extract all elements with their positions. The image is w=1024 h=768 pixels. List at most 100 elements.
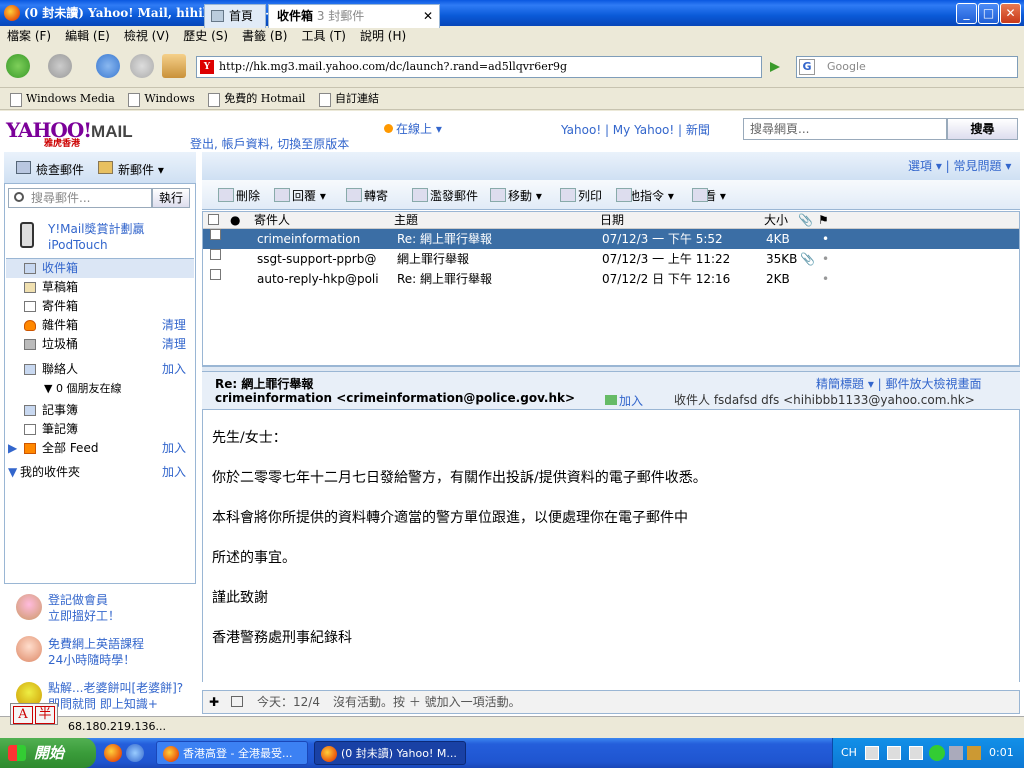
forward-button[interactable]: 轉寄 <box>346 187 388 204</box>
add-folder-link[interactable]: 加入 <box>162 463 186 482</box>
ime-width[interactable]: 半 <box>35 706 55 724</box>
window-title-bar[interactable]: (0 封未讀) Yahoo! Mail, hihibbb1133 - Mozil… <box>0 0 1024 26</box>
menu-help[interactable]: 說明 (H) <box>353 26 413 46</box>
bookmark-windows-media[interactable]: Windows Media <box>6 88 115 110</box>
promo-jobs[interactable]: 登記做會員 立即搵好工！ <box>48 592 120 624</box>
expand-arrow-icon[interactable]: ▶ <box>8 439 17 458</box>
menu-view[interactable]: 檢視 (V) <box>117 26 176 46</box>
folder-feeds[interactable]: ▶ 全部 Feed 加入 <box>6 439 194 458</box>
ime-mode[interactable]: A <box>13 706 33 724</box>
volume-tray-icon[interactable] <box>967 746 981 760</box>
folder-inbox[interactable]: 收件箱 <box>6 259 194 278</box>
header-options-links[interactable]: 精簡標題 ▾ | 郵件放大檢視畫面 <box>816 375 982 392</box>
table-row[interactable]: auto-reply-hkp@poli Re: 網上罪行舉報 07/12/2 日… <box>202 269 1020 289</box>
menu-edit[interactable]: 編輯 (E) <box>58 26 117 46</box>
minimize-button[interactable]: _ <box>956 3 977 24</box>
row-flag-icon[interactable]: • <box>822 229 829 249</box>
more-actions-button[interactable]: 其他指令 ▾ <box>616 187 674 204</box>
add-contact-link[interactable]: 加入 <box>162 360 186 379</box>
back-icon[interactable] <box>6 54 30 78</box>
row-flag-icon[interactable]: • <box>822 249 829 269</box>
folder-contacts[interactable]: 聯絡人 加入 <box>6 360 194 379</box>
row-checkbox[interactable] <box>210 269 221 280</box>
folder-my-folders[interactable]: ▼ 我的收件夾 加入 <box>6 463 194 482</box>
start-button[interactable]: 開始 <box>0 738 96 768</box>
add-contact-button[interactable]: 加入 <box>605 392 643 409</box>
promo-ipod-link[interactable]: Y!Mail獎賞計劃贏 iPodTouch <box>48 221 145 253</box>
mail-search-button[interactable]: 執行 <box>152 188 190 208</box>
tab-inbox[interactable]: 收件箱 3 封郵件 ✕ <box>268 4 440 28</box>
online-status[interactable]: 在線上 ▾ <box>384 120 442 137</box>
bookmark-custom-links[interactable]: 自訂連結 <box>315 88 379 110</box>
close-tab-icon[interactable]: ✕ <box>423 5 433 27</box>
folder-spam[interactable]: 雜件箱 清理 <box>6 316 194 335</box>
row-flag-icon[interactable]: • <box>822 269 829 289</box>
tab-home[interactable]: 首頁 <box>204 4 266 28</box>
reply-button[interactable]: 回覆 ▾ <box>274 187 326 204</box>
google-icon[interactable]: G <box>799 59 815 75</box>
add-feed-link[interactable]: 加入 <box>162 439 186 458</box>
bookmark-windows[interactable]: Windows <box>124 88 195 110</box>
ie-quicklaunch-icon[interactable] <box>126 744 144 762</box>
move-button[interactable]: 移動 ▾ <box>490 187 542 204</box>
info-icon[interactable]: ● <box>230 211 240 229</box>
web-search-button[interactable]: 搜尋 <box>947 118 1018 140</box>
close-window-button[interactable]: ✕ <box>1000 3 1021 24</box>
add-event-icon[interactable]: ✚ <box>209 691 219 713</box>
ime-tray-icon[interactable] <box>865 746 879 760</box>
folder-calendar[interactable]: 記事簿 <box>6 401 194 420</box>
flag-column-icon[interactable]: ⚑ <box>818 211 829 229</box>
settings-tray-icon[interactable] <box>909 746 923 760</box>
yahoo-links[interactable]: Yahoo! | My Yahoo! | 新聞 <box>561 121 710 138</box>
firefox-quicklaunch-icon[interactable] <box>104 744 122 762</box>
column-size[interactable]: 大小 <box>764 211 788 229</box>
go-arrow-icon[interactable] <box>764 56 784 78</box>
forward-icon[interactable] <box>48 54 72 78</box>
table-row[interactable]: crimeinformation Re: 網上罪行舉報 07/12/3 一 下午… <box>202 229 1020 249</box>
options-help-links[interactable]: 選項 ▾ | 常見問題 ▾ <box>908 157 1011 174</box>
menu-tools[interactable]: 工具 (T) <box>294 26 353 46</box>
row-checkbox[interactable] <box>210 229 221 240</box>
bookmark-hotmail[interactable]: 免費的 Hotmail <box>204 88 305 110</box>
calendar-icon[interactable] <box>231 696 243 707</box>
table-row[interactable]: ssgt-support-pprb@ 網上罪行舉報 07/12/3 一 上午 1… <box>202 249 1020 269</box>
check-mail-button[interactable]: 檢查郵件 <box>16 161 84 178</box>
web-search-input[interactable]: 搜尋網頁... <box>743 118 947 140</box>
mail-search-input[interactable]: 搜尋郵件... <box>8 188 152 208</box>
stop-icon[interactable] <box>130 54 154 78</box>
home-icon[interactable] <box>162 54 186 78</box>
delete-button[interactable]: 刪除 <box>218 187 260 204</box>
url-bar[interactable]: Y http://hk.mg3.mail.yahoo.com/dc/launch… <box>196 56 762 78</box>
column-date[interactable]: 日期 <box>600 211 624 229</box>
language-indicator[interactable]: CH <box>841 738 857 768</box>
folder-trash[interactable]: 垃圾桶 清理 <box>6 335 194 354</box>
attachment-column-icon[interactable]: 📎 <box>798 211 813 229</box>
row-checkbox[interactable] <box>210 249 221 260</box>
folder-sent[interactable]: 寄件箱 <box>6 297 194 316</box>
google-search-input[interactable]: G Google <box>796 56 1018 78</box>
folder-notepad[interactable]: 筆記簿 <box>6 420 194 439</box>
reload-icon[interactable] <box>96 54 120 78</box>
menu-bookmarks[interactable]: 書籤 (B) <box>235 26 294 46</box>
clean-spam-link[interactable]: 清理 <box>162 316 186 335</box>
print-button[interactable]: 列印 <box>560 187 602 204</box>
online-friends[interactable]: ▼ 0 個朋友在線 <box>6 379 194 398</box>
select-all-checkbox[interactable] <box>208 214 219 225</box>
new-mail-button[interactable]: 新郵件 ▾ <box>98 161 164 178</box>
network-tray-icon[interactable] <box>929 745 945 761</box>
task-hkgolden[interactable]: 香港高登 - 全港最受... <box>156 741 308 765</box>
promo-knowledge[interactable]: 點解...老婆餅叫[老婆餅]? 即問就問 即上知識+ <box>48 680 183 712</box>
column-subject[interactable]: 主題 <box>394 211 418 229</box>
column-from[interactable]: 寄件人 <box>254 211 290 229</box>
promo-english[interactable]: 免費網上英語課程 24小時隨時學！ <box>48 636 144 668</box>
ime-toolbar[interactable]: A 半 <box>10 703 58 725</box>
view-button[interactable]: 查看 ▾ <box>692 187 726 204</box>
folder-drafts[interactable]: 草稿箱 <box>6 278 194 297</box>
clean-trash-link[interactable]: 清理 <box>162 335 186 354</box>
task-yahoo-mail[interactable]: (0 封未讀) Yahoo! M... <box>314 741 466 765</box>
spam-button[interactable]: 濫發郵件 <box>412 187 478 204</box>
menu-file[interactable]: 檔案 (F) <box>0 26 58 46</box>
help-tray-icon[interactable] <box>887 746 901 760</box>
maximize-button[interactable]: □ <box>978 3 999 24</box>
menu-history[interactable]: 歷史 (S) <box>176 26 235 46</box>
